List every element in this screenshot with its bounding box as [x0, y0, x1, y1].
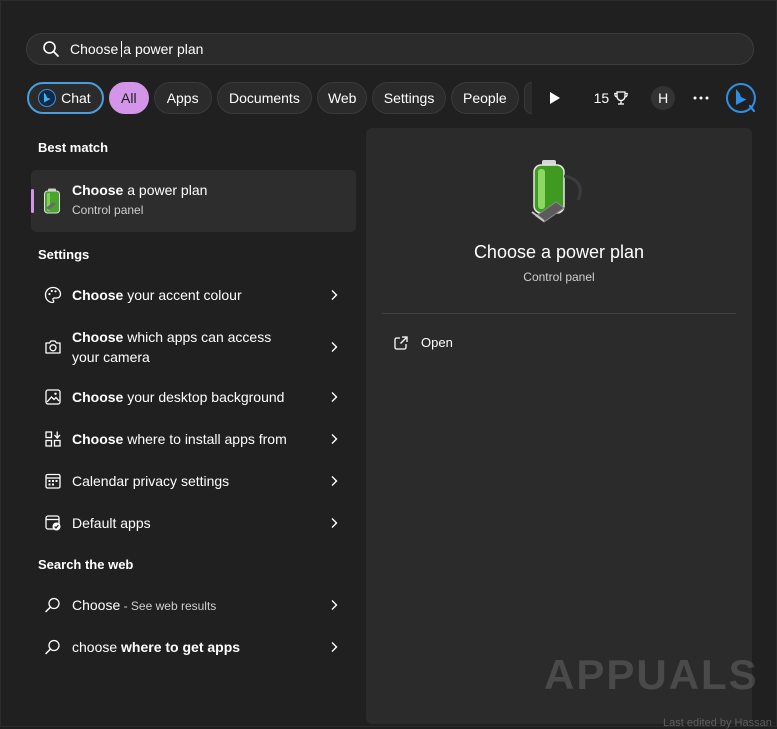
- settings-item-camera-access[interactable]: Choose which apps can access your camera: [31, 327, 356, 367]
- tab-settings[interactable]: Settings: [372, 82, 446, 114]
- appuals-watermark: APPUALS: [544, 641, 757, 701]
- account-avatar[interactable]: H: [651, 86, 676, 110]
- settings-item-label: Default apps: [72, 515, 151, 531]
- tab-all[interactable]: All: [108, 82, 149, 114]
- start-search-window: Choose a power plan Chat All Apps Docume…: [0, 0, 777, 729]
- web-result-get-apps[interactable]: choose where to get apps: [31, 637, 356, 657]
- battery-icon: [44, 188, 60, 214]
- trophy-icon: [614, 91, 629, 105]
- chevron-right-icon: [331, 434, 338, 444]
- settings-item-label: Choose your accent colour: [72, 287, 242, 303]
- default-apps-icon: [45, 515, 61, 531]
- settings-item-label: Calendar privacy settings: [72, 473, 230, 489]
- chat-button[interactable]: Chat: [27, 82, 104, 114]
- web-result-see-results[interactable]: Choose - See web results: [31, 595, 356, 615]
- search-icon: [45, 639, 60, 655]
- settings-item-default-apps[interactable]: Default apps: [31, 513, 356, 533]
- chevron-right-icon: [331, 600, 338, 610]
- apps-grid-icon: [45, 431, 61, 447]
- tab-documents[interactable]: Documents: [216, 82, 313, 114]
- open-external-icon: [394, 335, 408, 350]
- search-box[interactable]: Choose a power plan: [26, 33, 754, 65]
- calendar-icon: [45, 473, 61, 489]
- chat-label: Chat: [61, 90, 91, 106]
- next-filters-button[interactable]: [544, 87, 566, 109]
- tab-overflow[interactable]: [523, 82, 532, 114]
- web-result-label: Choose - See web results: [72, 596, 217, 613]
- search-icon: [43, 41, 59, 57]
- settings-item-label: Choose your desktop background: [72, 389, 285, 405]
- preview-title: Choose a power plan: [473, 242, 645, 262]
- rewards-count: 15: [593, 90, 610, 106]
- search-query-typed: Choose: [70, 41, 119, 57]
- best-match-item[interactable]: Choose a power plan Control panel: [31, 170, 356, 232]
- chevron-right-icon: [331, 476, 338, 486]
- settings-item-desktop-background[interactable]: Choose your desktop background: [31, 387, 356, 407]
- best-match-title: Choose a power plan: [72, 182, 208, 198]
- settings-item-label: Choose which apps can access your camera: [72, 329, 272, 365]
- selection-indicator: [31, 189, 34, 213]
- open-action[interactable]: Open: [394, 335, 453, 350]
- search-web-heading: Search the web: [38, 557, 134, 572]
- text-caret: [121, 41, 123, 57]
- bing-chat-icon: [38, 89, 57, 107]
- settings-item-install-apps[interactable]: Choose where to install apps from: [31, 429, 356, 449]
- results-list: Best match Choose a power plan Control p…: [1, 127, 366, 727]
- palette-icon: [44, 286, 62, 304]
- chevron-right-icon: [331, 290, 338, 300]
- settings-heading: Settings: [38, 247, 90, 262]
- more-options-button[interactable]: [691, 96, 711, 100]
- chevron-right-icon: [331, 342, 338, 352]
- battery-power-icon: [531, 160, 582, 223]
- best-match-heading: Best match: [38, 140, 109, 155]
- preview-subtitle: Control panel: [523, 270, 595, 284]
- settings-item-label: Choose where to install apps from: [72, 431, 287, 447]
- best-match-subtitle: Control panel: [72, 203, 144, 217]
- settings-item-accent-colour[interactable]: Choose your accent colour: [31, 285, 356, 305]
- preview-divider: [382, 313, 736, 314]
- open-label: Open: [421, 335, 453, 350]
- bing-icon[interactable]: [725, 82, 757, 114]
- search-input[interactable]: Choose a power plan: [70, 41, 203, 57]
- chevron-right-icon: [331, 518, 338, 528]
- tab-apps[interactable]: Apps: [153, 82, 212, 114]
- watermark-credit: Last edited by Hassan: [663, 717, 772, 729]
- web-result-label: choose where to get apps: [72, 639, 241, 655]
- chevron-right-icon: [331, 392, 338, 402]
- chevron-right-icon: [331, 642, 338, 652]
- watermark-logo: APPUALS: [544, 651, 759, 698]
- tab-web[interactable]: Web: [317, 82, 368, 114]
- search-icon: [45, 597, 60, 613]
- settings-item-calendar-privacy[interactable]: Calendar privacy settings: [31, 471, 356, 491]
- rewards-points[interactable]: 15: [594, 90, 630, 106]
- preview-panel: Choose a power plan Control panel Open: [366, 128, 752, 724]
- picture-icon: [45, 389, 61, 405]
- camera-icon: [45, 340, 61, 354]
- filter-bar: Chat All Apps Documents Web Settings Peo…: [27, 81, 757, 115]
- ellipsis-icon: [693, 96, 709, 100]
- search-query-rest: a power plan: [123, 41, 204, 57]
- play-icon: [549, 92, 560, 104]
- tab-people[interactable]: People: [450, 82, 519, 114]
